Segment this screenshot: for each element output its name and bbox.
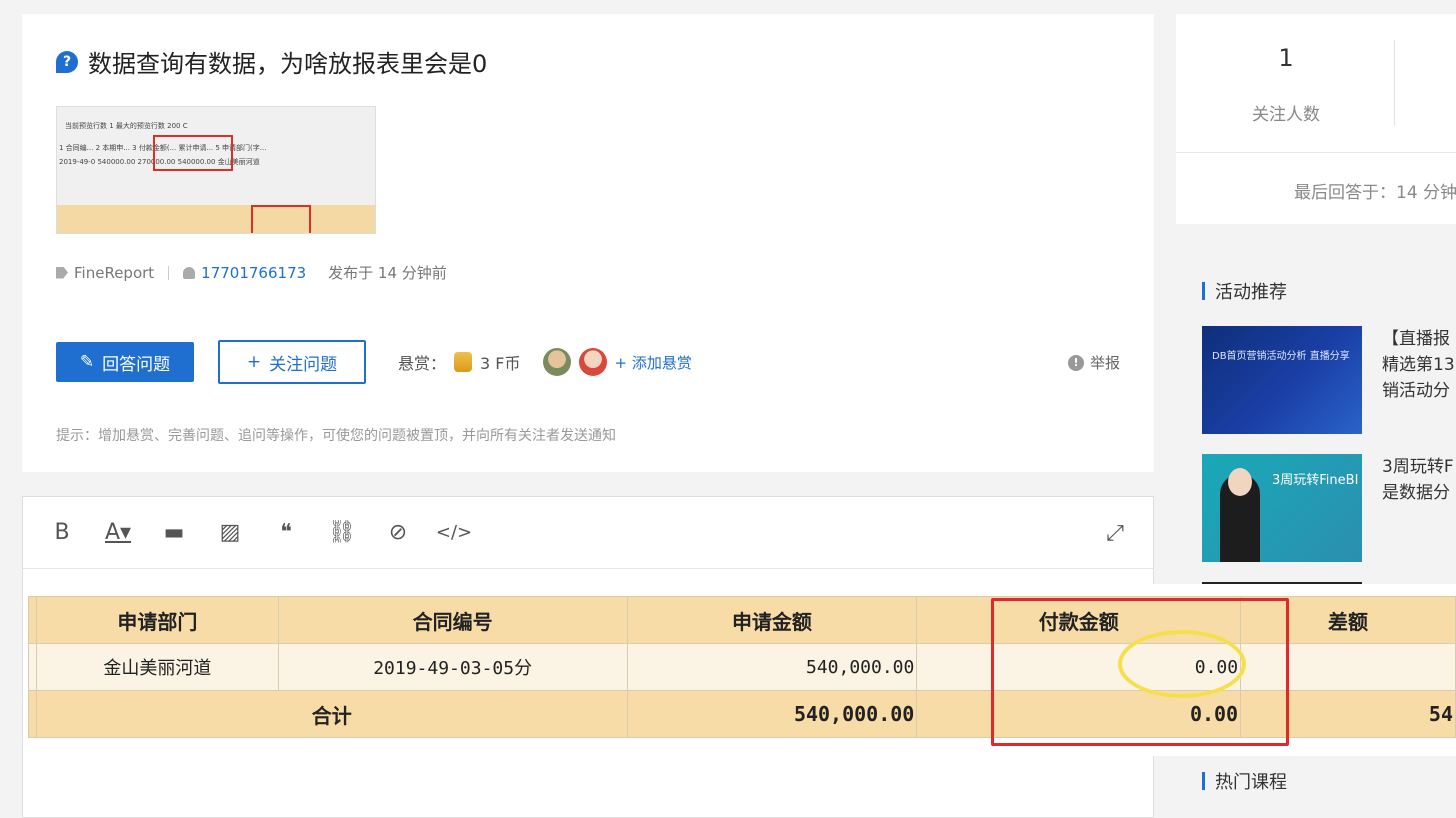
thumbnail-report-band [57,205,375,233]
activity-title: 活动推荐 [1215,282,1287,303]
activity-line: 销活动分 [1382,381,1450,401]
quote-icon[interactable]: ❝ [271,518,301,548]
follow-count: 1 [1278,44,1294,72]
reward-section: 悬赏： 3 F币 + 添加悬赏 [398,348,692,376]
presenter-face [1228,468,1252,496]
stats-card: 1 关注人数 最后回答于：14 分钟 [1176,14,1456,224]
header-department: 申请部门 [35,596,279,644]
follow-button[interactable]: + 关注问题 [218,340,366,384]
posted-time: 发布于 14 分钟前 [328,264,447,282]
header-apply-amount: 申请金额 [626,596,918,644]
table-cell [28,643,37,691]
cell-contract-no: 2019-49-03-05分 [277,643,628,691]
hint-text: 提示：增加悬赏、完善问题、追问等操作，可使您的问题被置顶，并向所有关注者发送通知 [56,428,616,444]
header-contract-no: 合同编号 [277,596,628,644]
table-cell [28,690,37,738]
activity-image-caption: 3周玩转FineBI [1272,473,1359,488]
question-title-bar: ? 数据查询有数据，为啥放报表里会是0 [56,44,487,79]
font-color-icon[interactable]: A▾ [103,518,133,548]
question-title: 数据查询有数据，为啥放报表里会是0 [88,50,488,78]
reward-amount: 3 F币 [480,354,521,373]
last-answer-time: 最后回答于：14 分钟 [1294,183,1456,203]
add-reward-link[interactable]: + 添加悬赏 [615,352,692,373]
expand-icon[interactable]: ⤢ [1101,519,1129,547]
code-icon[interactable]: </> [436,518,472,548]
avatar[interactable] [542,348,571,376]
follow-count-label: 关注人数 [1252,105,1320,125]
activity-line: 3周玩转F [1382,457,1454,477]
summary-apply-amount: 540,000.00 [626,690,918,738]
section-bar [1202,772,1205,790]
thumbnail-highlight-box [251,205,311,233]
thumbnail-highlight-box [153,135,233,171]
user-icon [183,266,196,279]
editor-toolbar: B A▾ ▬ ▨ ❝ ⛓ ⊘ </> [23,497,1153,569]
activity-text[interactable]: 3周玩转F 是数据分 [1382,454,1454,506]
table-cell [28,596,37,644]
answer-button-label: 回答问题 [102,354,171,375]
plus-icon: + [246,352,262,372]
report-label: 举报 [1089,354,1120,372]
follow-button-label: 关注问题 [269,354,338,375]
question-card: ? 数据查询有数据，为啥放报表里会是0 当前预览行数 1 最大的预览行数 200… [22,14,1154,472]
pencil-icon: ✎ [79,352,95,372]
image-icon[interactable]: ▨ [215,518,245,548]
question-screenshot-thumbnail[interactable]: 当前预览行数 1 最大的预览行数 200 C 1 合同编... 2 本期申...… [56,106,376,234]
highlight-circle [1118,630,1246,698]
bold-icon[interactable]: B [47,518,77,548]
warning-icon: ! [1067,354,1084,371]
divider [1176,152,1456,153]
insert-icon[interactable]: ▬ [159,518,189,548]
report-button[interactable]: ! 举报 [1067,352,1120,373]
tag-icon [56,266,68,279]
question-actions: ✎ 回答问题 + 关注问题 悬赏： 3 F币 + 添加悬赏 [56,340,692,384]
question-tag[interactable]: FineReport [74,264,154,282]
activity-line: 精选第13 [1382,355,1455,375]
thumbnail-text-row: 当前预览行数 1 最大的预览行数 200 C [65,122,188,130]
cell-apply-amount: 540,000.00 [626,643,918,691]
activity-image[interactable]: 3周玩转FineBI [1202,454,1362,562]
author-link[interactable]: 17701766173 [201,264,306,282]
activity-image[interactable]: DB首页营销活动分析 直播分享 [1202,326,1362,434]
summary-label: 合计 [35,690,628,738]
section-bar [1202,282,1205,300]
divider [1394,40,1395,126]
attachment-icon[interactable]: ⊘ [383,518,413,548]
activity-section-title: 活动推荐 [1202,278,1287,304]
activity-line: 【直播报 [1382,329,1450,349]
activity-line: 是数据分 [1382,483,1450,503]
avatar[interactable] [578,348,607,376]
activity-image-caption: DB首页营销活动分析 直播分享 [1212,351,1350,362]
courses-title: 热门课程 [1215,772,1287,793]
question-icon: ? [56,50,78,73]
divider [168,265,170,280]
courses-section-title: 热门课程 [1202,768,1287,794]
answer-button[interactable]: ✎ 回答问题 [56,342,194,382]
activity-text[interactable]: 【直播报 精选第13 销活动分 [1382,326,1455,404]
link-icon[interactable]: ⛓ [327,518,357,548]
report-screenshot-overlay: 申请部门 合同编号 申请金额 付款金额 差额 金山美丽河道 2019-49-03… [28,584,1456,756]
cell-department: 金山美丽河道 [35,643,279,691]
reward-label: 悬赏： [398,354,447,373]
coin-icon [454,352,473,372]
question-meta: FineReport 17701766173 发布于 14 分钟前 [56,262,447,283]
